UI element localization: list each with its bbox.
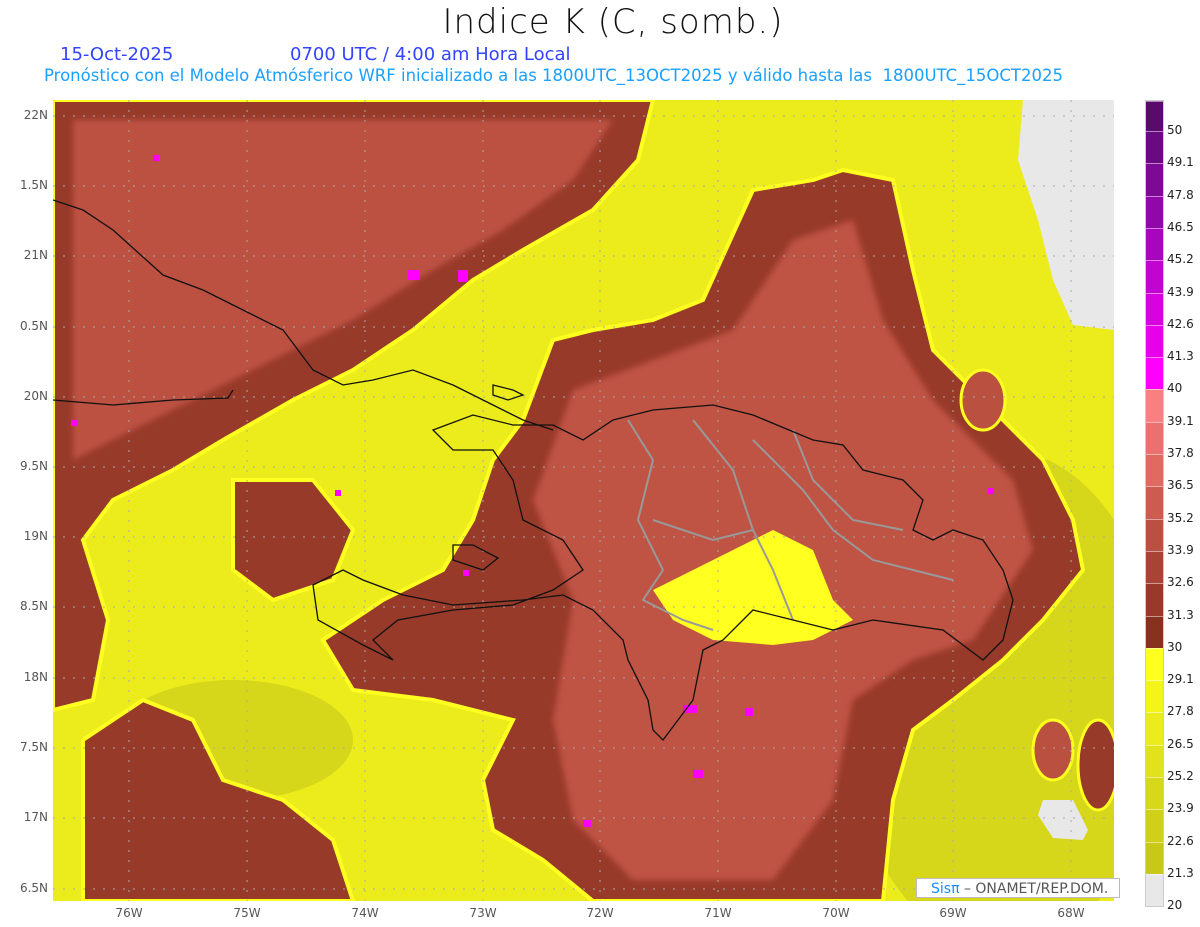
- lat-label: 17N: [23, 810, 48, 824]
- colorbar-label: 29.1: [1167, 672, 1194, 687]
- colorbar-label: 27.8: [1167, 704, 1194, 719]
- colorbar-label: 46.5: [1167, 219, 1194, 234]
- lon-label: 69W: [939, 906, 967, 920]
- colorbar-label: 30: [1167, 639, 1183, 654]
- high-k-blob: [959, 368, 1007, 432]
- lat-label: 22N: [23, 108, 48, 122]
- colorbar-label: 22.6: [1167, 833, 1194, 848]
- lon-label: 76W: [115, 906, 143, 920]
- lat-label: 18N: [23, 670, 48, 684]
- colorbar-label: 41.3: [1167, 349, 1194, 364]
- colorbar-swatch: [1146, 101, 1163, 131]
- colorbar-swatch: [1146, 195, 1163, 228]
- colorbar-label: 20: [1167, 898, 1183, 913]
- colorbar-swatch: [1146, 874, 1163, 906]
- colorbar-swatch: [1146, 227, 1163, 261]
- colorbar-swatch: [1146, 163, 1163, 196]
- forecast-date: 15-Oct-2025: [60, 44, 174, 65]
- colorbar-swatch: [1146, 292, 1163, 325]
- colorbar-label: 45.2: [1167, 252, 1194, 267]
- lat-label: 8.5N: [19, 599, 48, 613]
- colorbar-swatch: [1146, 260, 1163, 293]
- colorbar-label: 50: [1167, 123, 1183, 137]
- colorbar-label: 39.1: [1167, 413, 1194, 428]
- lat-label: 1.5N: [19, 178, 48, 192]
- colorbar-label: 32.6: [1167, 575, 1194, 590]
- lat-label: 20N: [23, 389, 48, 403]
- colorbar-label: 47.8: [1167, 187, 1194, 202]
- lon-label: 70W: [822, 906, 850, 920]
- colorbar-label: 40: [1167, 381, 1183, 396]
- lat-label: 21N: [23, 248, 48, 262]
- sispi-logo: Sisπ: [931, 881, 960, 897]
- colorbar-swatch: [1146, 583, 1163, 616]
- credit-text: – ONAMET/REP.DOM.: [959, 881, 1109, 897]
- lat-label: 9.5N: [19, 459, 48, 473]
- colorbar-swatch: [1146, 389, 1163, 422]
- lat-label: 0.5N: [19, 319, 48, 333]
- lon-label: 73W: [469, 906, 497, 920]
- colorbar-label: 23.9: [1167, 801, 1194, 816]
- colorbar-swatch: [1146, 680, 1163, 713]
- k-index-map: [53, 100, 1114, 901]
- colorbar-label: 21.3: [1167, 866, 1194, 880]
- colorbar-swatch: [1146, 324, 1163, 358]
- colorbar-swatch: [1146, 486, 1163, 519]
- colorbar-swatch: [1146, 518, 1163, 551]
- high-k-blob: [1031, 718, 1075, 782]
- forecast-time: 0700 UTC / 4:00 am Hora Local: [290, 44, 571, 65]
- high-k-blob: [1076, 718, 1114, 812]
- colorbar-swatch: [1146, 357, 1163, 390]
- colorbar: [1145, 100, 1164, 907]
- colorbar-swatch: [1146, 777, 1163, 810]
- colorbar-label: 31.3: [1167, 607, 1194, 622]
- colorbar-label: 43.9: [1167, 284, 1194, 299]
- lon-label: 71W: [704, 906, 732, 920]
- colorbar-label: 49.1: [1167, 155, 1194, 170]
- colorbar-swatch: [1146, 454, 1163, 487]
- colorbar-swatch: [1146, 744, 1163, 778]
- colorbar-swatch: [1146, 131, 1163, 164]
- lat-label: 7.5N: [19, 740, 48, 754]
- colorbar-swatch: [1146, 421, 1163, 455]
- lon-label: 75W: [233, 906, 261, 920]
- colorbar-swatch: [1146, 647, 1163, 681]
- lat-label: 19N: [23, 529, 48, 543]
- map-title: Indice K (C, somb.): [442, 2, 784, 42]
- forecast-description: Pronóstico con el Modelo Atmósferico WRF…: [44, 66, 1063, 85]
- colorbar-label: 35.2: [1167, 510, 1194, 525]
- colorbar-swatch: [1146, 550, 1163, 584]
- lon-label: 74W: [351, 906, 379, 920]
- colorbar-swatch: [1146, 809, 1163, 842]
- colorbar-label: 33.9: [1167, 542, 1194, 557]
- colorbar-label: 37.8: [1167, 446, 1194, 461]
- colorbar-swatch: [1146, 712, 1163, 745]
- colorbar-label: 26.5: [1167, 736, 1194, 751]
- colorbar-label: 25.2: [1167, 769, 1194, 784]
- colorbar-swatch: [1146, 615, 1163, 648]
- colorbar-label: 42.6: [1167, 316, 1194, 331]
- lon-label: 72W: [586, 906, 614, 920]
- colorbar-swatch: [1146, 841, 1163, 874]
- lon-label: 68W: [1057, 906, 1085, 920]
- credit-box: Sisπ – ONAMET/REP.DOM.: [916, 878, 1120, 898]
- colorbar-label: 36.5: [1167, 478, 1194, 493]
- lat-label: 6.5N: [19, 881, 48, 895]
